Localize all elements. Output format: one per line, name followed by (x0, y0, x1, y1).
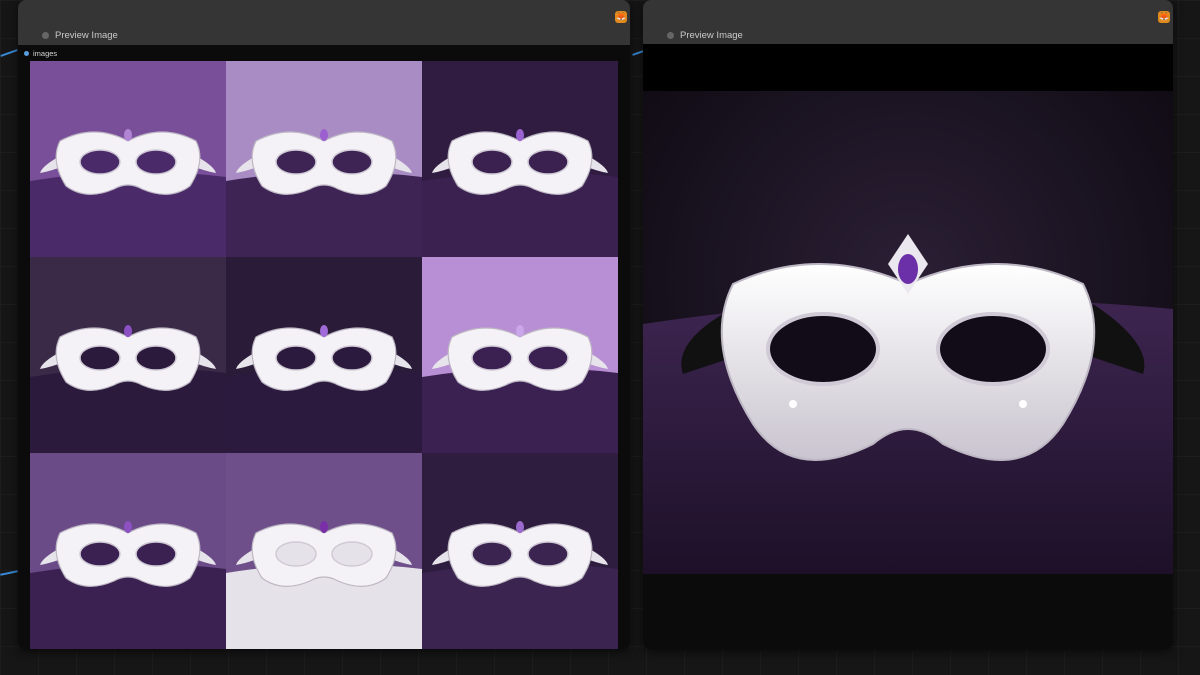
grid-image-2[interactable] (226, 61, 422, 257)
preview-image-large[interactable] (643, 44, 1173, 574)
grid-image-1[interactable] (30, 61, 226, 257)
mask-photo (422, 453, 618, 649)
mask-photo (30, 453, 226, 649)
connection-wire-left-lower (0, 570, 19, 576)
fox-icon[interactable]: 🦊 (615, 11, 627, 23)
grid-image-7[interactable] (30, 453, 226, 649)
grid-image-8[interactable] (226, 453, 422, 649)
mask-photo (422, 257, 618, 453)
node-collapse-dot[interactable] (667, 31, 674, 39)
node-title-bar[interactable]: Preview Image (643, 25, 1173, 45)
mask-photo (226, 61, 422, 257)
preview-image-node-right[interactable]: 🦊 Preview Image images (643, 0, 1173, 650)
node-title: Preview Image (680, 29, 743, 41)
mask-photo (30, 257, 226, 453)
mask-photo (226, 257, 422, 453)
mask-photo (30, 61, 226, 257)
node-title-bar[interactable]: Preview Image (18, 25, 630, 45)
node-title: Preview Image (55, 29, 118, 41)
input-connector-dot[interactable] (24, 51, 29, 56)
grid-image-5[interactable] (226, 257, 422, 453)
image-grid (30, 61, 618, 649)
connection-wire-left (0, 48, 18, 58)
mask-photo (422, 61, 618, 257)
grid-image-9[interactable] (422, 453, 618, 649)
images-input-slot[interactable]: images (24, 49, 57, 58)
grid-image-4[interactable] (30, 257, 226, 453)
fox-icon[interactable]: 🦊 (1158, 11, 1170, 23)
node-body: images (18, 45, 630, 650)
grid-image-6[interactable] (422, 257, 618, 453)
node-collapse-dot[interactable] (42, 31, 49, 39)
preview-image-node-left[interactable]: 🦊 Preview Image images (18, 0, 630, 650)
grid-image-3[interactable] (422, 61, 618, 257)
mask-photo (226, 453, 422, 649)
slot-label: images (33, 49, 58, 58)
mask-photo-large (643, 44, 1173, 574)
